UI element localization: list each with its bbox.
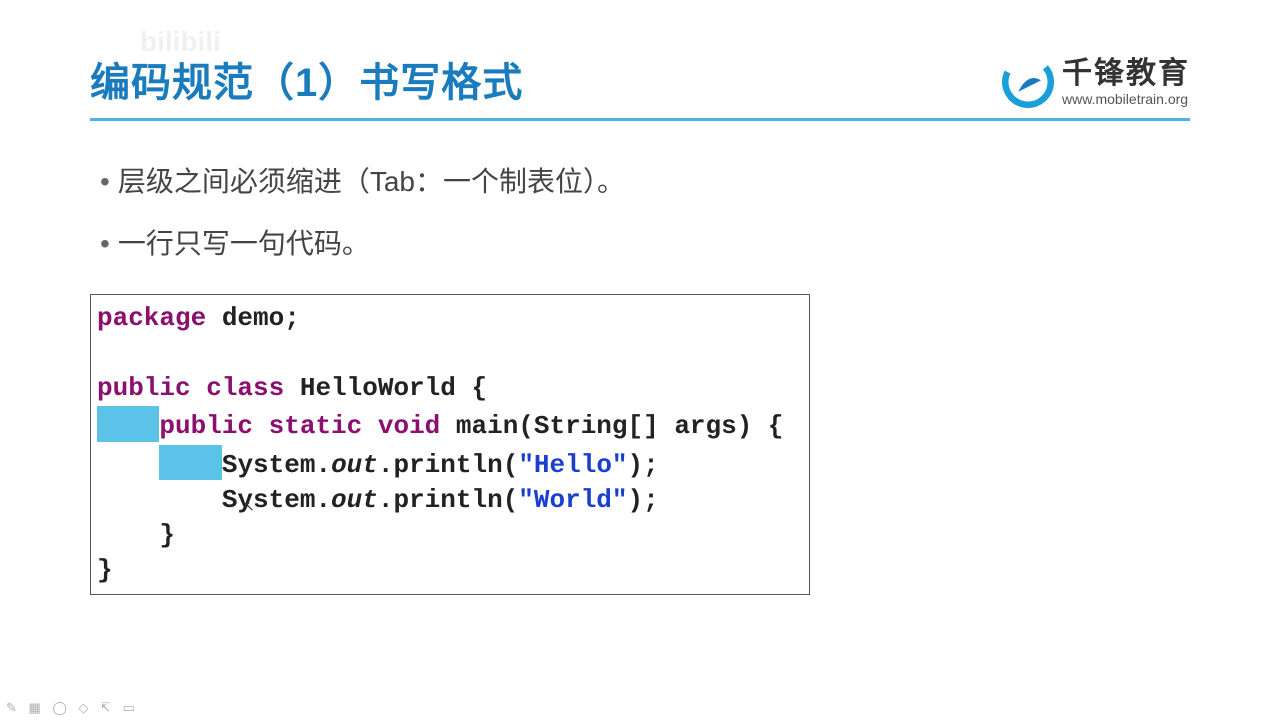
cursor-icon: ↖ xyxy=(243,498,255,515)
code-block: package demo; public class HelloWorld { … xyxy=(90,294,810,595)
logo-block: 千锋教育 www.mobiletrain.org xyxy=(1002,56,1190,108)
footer-toolbar: ✎ ▦ ◯ ◇ ↸ ▭ xyxy=(6,700,139,716)
slide-header: 编码规范（1）书写格式 千锋教育 www.mobiletrain.org xyxy=(90,50,1190,121)
logo-icon xyxy=(1002,56,1054,108)
slide-content: 编码规范（1）书写格式 千锋教育 www.mobiletrain.org •层级… xyxy=(0,0,1280,595)
logo-text-url: www.mobiletrain.org xyxy=(1062,91,1188,107)
indent-highlight xyxy=(97,406,159,441)
watermark: bilibili xyxy=(140,26,221,58)
bullet-list: •层级之间必须缩进（Tab：一个制表位）。 •一行只写一句代码。 xyxy=(90,151,1190,274)
logo-text-cn: 千锋教育 xyxy=(1062,57,1190,92)
bullet-item: •层级之间必须缩进（Tab：一个制表位）。 xyxy=(100,151,1190,213)
bullet-item: •一行只写一句代码。 xyxy=(100,213,1190,275)
slide-title: 编码规范（1）书写格式 xyxy=(90,50,523,108)
indent-highlight xyxy=(159,445,221,480)
